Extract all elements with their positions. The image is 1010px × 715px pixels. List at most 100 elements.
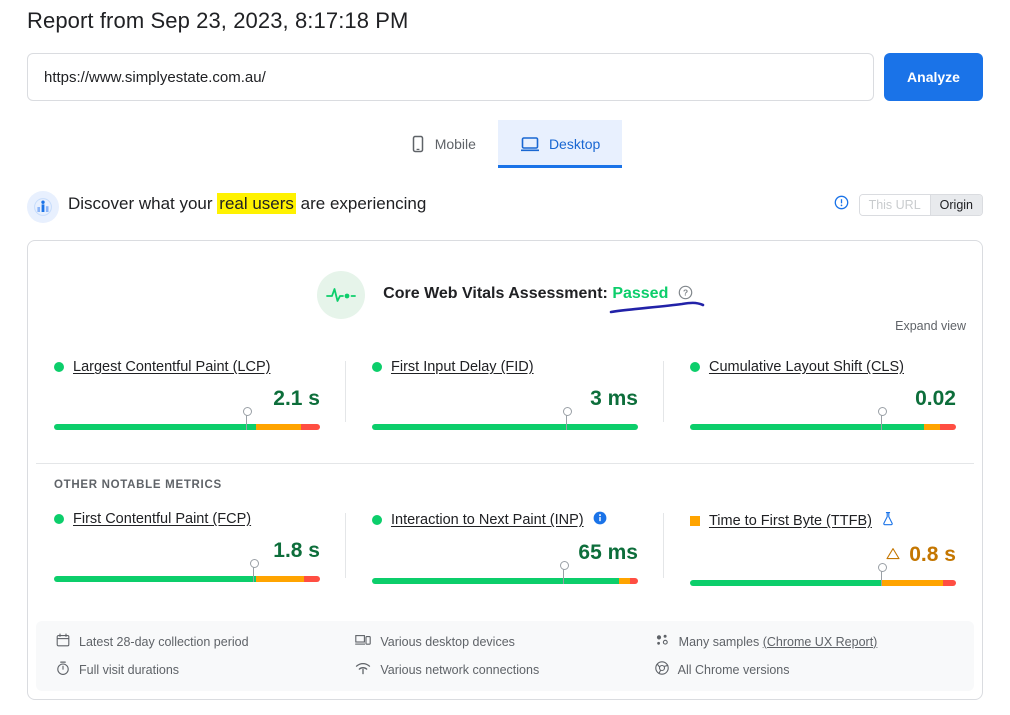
metric-inp-value: 65 ms	[372, 541, 638, 565]
metric-cls-value: 0.02	[690, 387, 956, 411]
cwv-label: Core Web Vitals Assessment:	[383, 285, 608, 302]
warning-triangle-icon	[886, 542, 906, 565]
metric-fcp-name[interactable]: First Contentful Paint (FCP)	[73, 511, 251, 527]
collection-metadata: Latest 28-day collection period Full vis…	[36, 621, 974, 691]
metric-lcp-value: 2.1 s	[54, 387, 320, 411]
meta-column-3: Many samples (Chrome UX Report) All Chro…	[654, 633, 954, 679]
metrics-divider	[36, 463, 974, 464]
metric-inp: Interaction to Next Paint (INP) 65 ms	[346, 511, 664, 586]
help-outline-icon[interactable]: ?	[678, 285, 693, 305]
metric-fcp-distribution	[54, 559, 320, 582]
tab-desktop-label: Desktop	[548, 136, 601, 152]
tab-mobile[interactable]: Mobile	[388, 120, 498, 168]
dist-good	[689, 580, 882, 586]
info-filled-icon[interactable]	[593, 511, 607, 529]
metric-ttfb-value: 0.8 s	[690, 542, 956, 567]
dist-good	[371, 578, 620, 584]
meta-collection-period-text: Latest 28-day collection period	[79, 634, 249, 649]
metric-inp-value-text: 65 ms	[578, 541, 638, 564]
meta-collection-period: Latest 28-day collection period	[56, 633, 355, 650]
heading-text-before: Discover what your	[68, 194, 218, 213]
svg-text:?: ?	[683, 288, 688, 298]
meta-chrome-versions: All Chrome versions	[654, 661, 954, 678]
meta-devices-text: Various desktop devices	[380, 634, 515, 649]
core-web-vitals-row: Largest Contentful Paint (LCP) 2.1 s Fir…	[28, 359, 982, 430]
dist-average	[619, 578, 630, 584]
scope-toggle: This URL Origin	[858, 194, 983, 216]
metric-fid-title: First Input Delay (FID)	[371, 359, 638, 375]
dist-poor	[939, 424, 956, 430]
scope-controls: This URL Origin	[834, 194, 983, 216]
chrome-ux-report-link[interactable]: (Chrome UX Report)	[763, 635, 878, 649]
metric-lcp-distribution	[54, 407, 320, 430]
expand-view-button[interactable]: Expand view	[895, 319, 966, 333]
dist-poor	[629, 578, 638, 584]
other-metrics-label: OTHER NOTABLE METRICS	[54, 479, 222, 491]
metric-ttfb-distribution	[689, 563, 956, 586]
meta-chrome-versions-text: All Chrome versions	[677, 662, 790, 677]
devices-icon	[355, 633, 372, 650]
other-metrics-row: First Contentful Paint (FCP) 1.8 s Inter…	[28, 511, 982, 586]
status-dot-good-icon	[54, 514, 64, 524]
cwv-assessment-text: Core Web Vitals Assessment: Passed ?	[383, 285, 693, 305]
metric-inp-name[interactable]: Interaction to Next Paint (INP)	[391, 512, 584, 528]
metric-inp-distribution	[371, 561, 638, 584]
dist-good	[371, 424, 638, 430]
dist-average	[881, 580, 943, 586]
meta-devices: Various desktop devices	[355, 633, 654, 650]
metric-ttfb-title: Time to First Byte (TTFB)	[689, 511, 956, 530]
metric-cls-value-text: 0.02	[915, 387, 956, 410]
metric-fid-name[interactable]: First Input Delay (FID)	[391, 359, 534, 375]
metric-marker-icon	[560, 561, 570, 584]
metric-marker-icon	[563, 407, 573, 430]
desktop-icon	[520, 135, 540, 153]
metric-cls-title: Cumulative Layout Shift (CLS)	[689, 359, 956, 375]
field-data-title: Discover what your real users are experi…	[68, 193, 427, 214]
analyze-button[interactable]: Analyze	[884, 53, 983, 101]
dist-average	[256, 424, 302, 430]
cwv-assessment-header: Core Web Vitals Assessment: Passed ?	[28, 271, 982, 319]
metric-marker-icon	[878, 407, 888, 430]
dist-average	[924, 424, 940, 430]
metric-cls: Cumulative Layout Shift (CLS) 0.02	[664, 359, 982, 430]
url-input[interactable]	[27, 53, 874, 101]
metric-marker-icon	[878, 563, 888, 586]
tab-desktop[interactable]: Desktop	[497, 120, 623, 168]
scope-origin[interactable]: Origin	[929, 195, 982, 215]
samples-icon	[655, 633, 670, 650]
info-outline-icon[interactable]	[834, 195, 849, 215]
status-dot-good-icon	[54, 362, 64, 372]
heading-text-after: are experiencing	[295, 194, 427, 213]
metric-cls-distribution	[689, 407, 956, 430]
meta-samples-text: Many samples (Chrome UX Report)	[679, 635, 878, 649]
field-data-card: Core Web Vitals Assessment: Passed ? Exp…	[27, 240, 983, 700]
metric-fid-value-text: 3 ms	[590, 387, 638, 410]
metric-lcp-name[interactable]: Largest Contentful Paint (LCP)	[73, 359, 270, 375]
metric-ttfb-name[interactable]: Time to First Byte (TTFB)	[709, 513, 872, 529]
metric-fid-value: 3 ms	[372, 387, 638, 411]
meta-visit-durations: Full visit durations	[56, 661, 355, 678]
metric-lcp-title: Largest Contentful Paint (LCP)	[54, 359, 320, 375]
calendar-icon	[56, 633, 70, 650]
pulse-icon	[317, 271, 366, 319]
stopwatch-icon	[56, 661, 70, 678]
metric-fid: First Input Delay (FID) 3 ms	[346, 359, 664, 430]
mobile-icon	[410, 135, 426, 153]
meta-column-2: Various desktop devices Various network …	[355, 633, 654, 679]
flask-experimental-icon[interactable]	[881, 511, 895, 530]
metric-marker-icon	[250, 559, 260, 582]
dist-good	[54, 424, 257, 430]
scope-this-url: This URL	[859, 195, 930, 215]
status-dot-good-icon	[371, 515, 382, 525]
dist-poor	[304, 576, 320, 582]
cwv-result: Passed	[612, 285, 669, 302]
meta-network: Various network connections	[355, 661, 654, 678]
meta-samples: Many samples (Chrome UX Report)	[655, 633, 954, 650]
metric-cls-name[interactable]: Cumulative Layout Shift (CLS)	[709, 359, 904, 375]
metric-inp-title: Interaction to Next Paint (INP)	[371, 511, 638, 529]
dist-good	[54, 576, 257, 582]
metric-ttfb-value-text: 0.8 s	[909, 543, 956, 566]
metric-marker-icon	[242, 407, 252, 430]
status-square-average-icon	[689, 515, 700, 526]
tab-mobile-label: Mobile	[434, 136, 476, 152]
